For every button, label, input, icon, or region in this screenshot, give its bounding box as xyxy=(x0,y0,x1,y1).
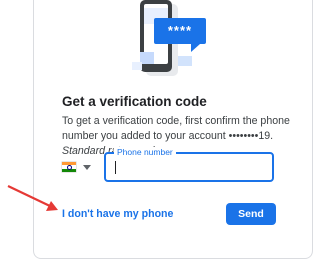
phone-number-input[interactable] xyxy=(112,160,266,178)
pixel-block-left xyxy=(140,52,154,64)
page-title: Get a verification code xyxy=(62,94,207,109)
bubble-tail xyxy=(191,44,200,52)
send-button[interactable]: Send xyxy=(226,203,276,225)
phone-number-field[interactable]: Phone number xyxy=(104,147,274,182)
description-text: To get a verification code, first confir… xyxy=(62,115,290,142)
chevron-down-icon xyxy=(83,164,91,170)
masked-password-text: **** xyxy=(168,23,192,38)
pixel-block-small xyxy=(132,62,142,70)
pixel-block-right xyxy=(178,56,192,66)
text-cursor xyxy=(115,161,116,174)
country-selector[interactable] xyxy=(62,157,91,177)
no-phone-link[interactable]: I don't have my phone xyxy=(62,208,173,220)
phone-illustration: **** xyxy=(132,0,206,76)
phone-number-label: Phone number xyxy=(114,147,176,157)
india-flag-icon xyxy=(62,162,76,172)
